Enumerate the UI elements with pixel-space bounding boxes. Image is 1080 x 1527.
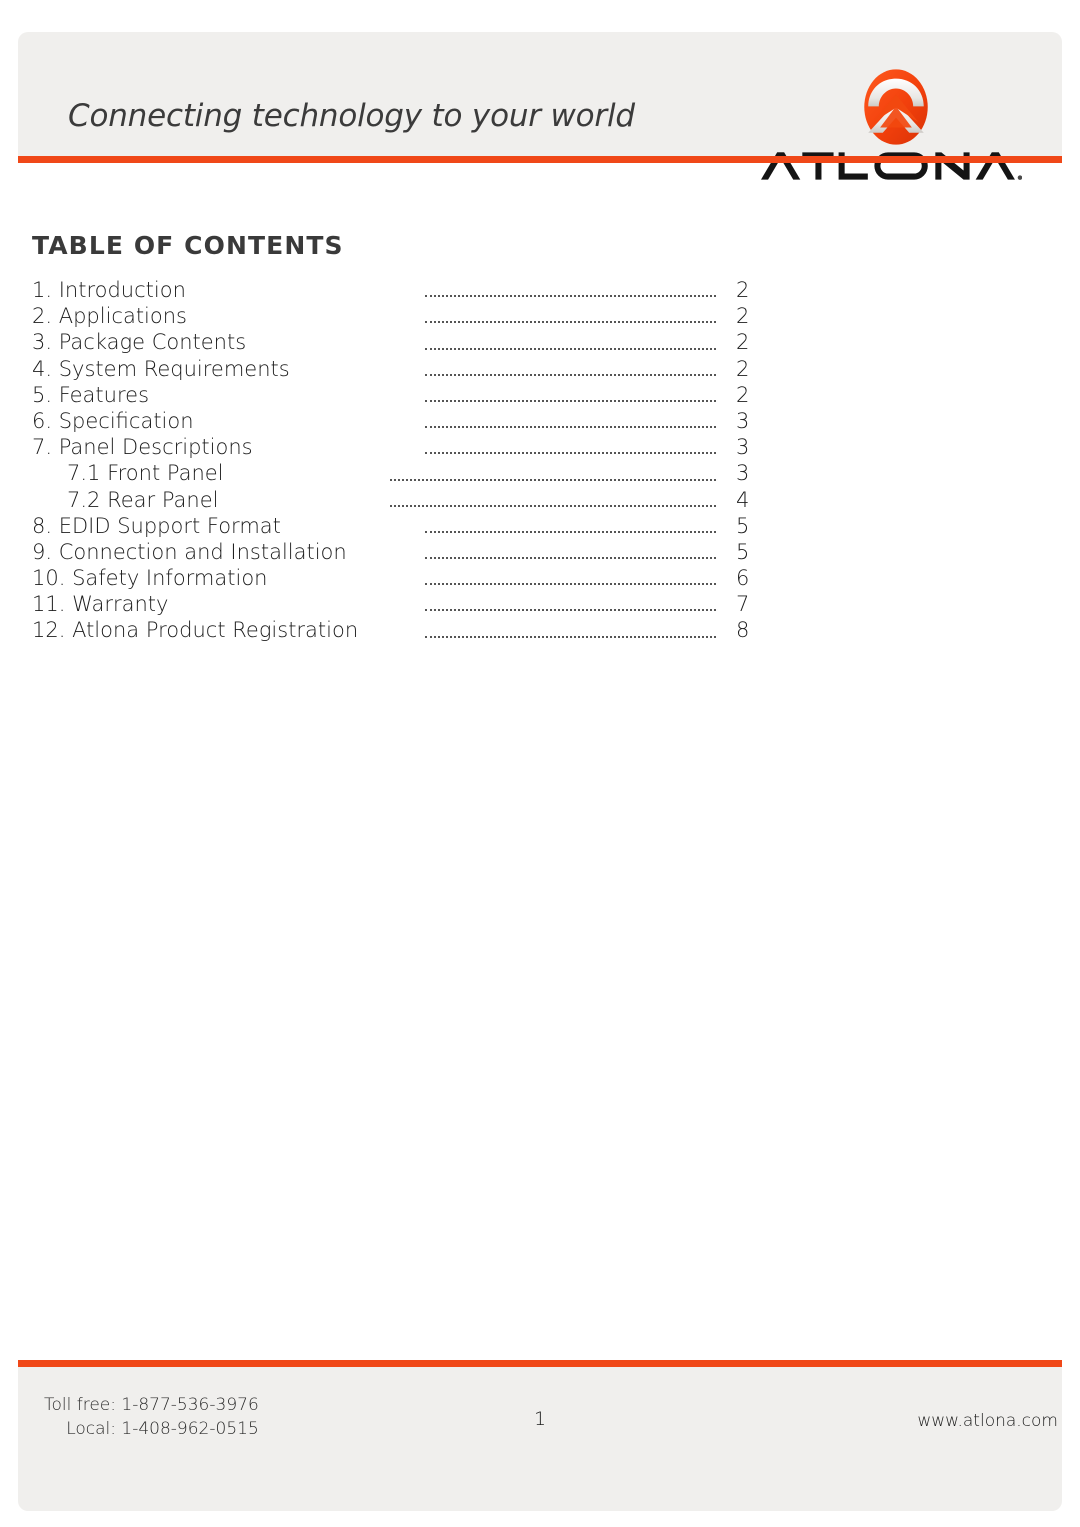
toc-dot-leader (425, 373, 716, 376)
toc-entry-label: 6. Specification (32, 408, 194, 433)
toc-entry-label: 1. Introduction (32, 278, 186, 302)
toc-entry-label: 11. Warranty (32, 592, 169, 617)
toc-dot-leader (425, 609, 716, 612)
toc-entry-page-number: 3 (736, 408, 750, 433)
footer-toll-free: Toll free: 1-877-536-3976 (44, 1395, 259, 1415)
toc-entry-page-number: 2 (736, 356, 750, 381)
page-header: Connecting technology to your world (18, 32, 1062, 180)
toc-entry[interactable]: 2. Applications 2 (32, 304, 752, 330)
toc-entry[interactable]: 12. Atlona Product Registration 8 (32, 618, 752, 644)
toc-entry-page-number: 8 (736, 618, 750, 643)
footer-accent-rule (18, 1360, 1062, 1367)
toc-dot-leader (390, 478, 716, 481)
toc-entry-page-number: 5 (736, 539, 750, 564)
toc-entry-label: 7.2 Rear Panel (67, 487, 219, 512)
toc-entry[interactable]: 10. Safety Information 6 (32, 566, 752, 592)
toc-dot-leader (425, 295, 716, 298)
toc-entry-page-number: 3 (736, 435, 750, 460)
toc-dot-leader (425, 321, 716, 324)
toc-entry[interactable]: 7. Panel Descriptions 3 (32, 435, 752, 461)
toc-dot-leader (425, 399, 716, 402)
document-page: Connecting technology to your world TABL… (0, 0, 1080, 1527)
toc-entry-label: 2. Applications (32, 304, 187, 329)
toc-entry[interactable]: 11. Warranty 7 (32, 592, 752, 618)
toc-entry-page-number: 7 (736, 592, 750, 617)
toc-entry[interactable]: 3. Package Contents 2 (32, 330, 752, 356)
toc-entry[interactable]: 8. EDID Support Format 5 (32, 514, 752, 540)
toc-entry[interactable]: 9. Connection and Installation 5 (32, 540, 752, 566)
atlona-logo (760, 68, 1040, 183)
toc-dot-leader (425, 530, 716, 533)
footer-contact-info: Toll free: 1-877-536-3976 Local: 1-408-9… (44, 1393, 259, 1441)
toc-entry-label: 12. Atlona Product Registration (32, 618, 359, 643)
toc-entry-page-number: 2 (736, 382, 750, 407)
toc-entry-label: 7. Panel Descriptions (32, 435, 253, 460)
toc-entry-label: 5. Features (32, 382, 150, 407)
toc-entry-label: 10. Safety Information (32, 566, 268, 591)
atlona-wordmark (761, 152, 1022, 180)
toc-entry-page-number: 2 (736, 278, 750, 302)
toc-entry[interactable]: 5. Features 2 (32, 383, 752, 409)
toc-entry-page-number: 2 (736, 304, 750, 329)
footer-website[interactable]: www.atlona.com (917, 1411, 1058, 1431)
footer-page-number: 1 (534, 1408, 547, 1430)
toc-entry[interactable]: 1. Introduction 2 (32, 278, 752, 304)
toc-dot-leader (425, 635, 716, 638)
toc-dot-leader (425, 557, 716, 560)
toc-entry-page-number: 5 (736, 513, 750, 538)
footer-local-phone: Local: 1-408-962-0515 (66, 1419, 259, 1439)
toc-dot-leader (425, 452, 716, 455)
toc-dot-leader (425, 426, 716, 429)
toc-entry[interactable]: 7.2 Rear Panel 4 (32, 488, 752, 514)
toc-dot-leader (390, 504, 716, 507)
table-of-contents-list: 1. Introduction 2 2. Applications 2 3. Packa… (32, 278, 752, 645)
toc-entry-page-number: 3 (736, 461, 750, 486)
brand-tagline: Connecting technology to your world (68, 98, 635, 134)
toc-entry-page-number: 2 (736, 330, 750, 355)
header-accent-rule (18, 156, 1062, 163)
toc-entry[interactable]: 4. System Requirements 2 (32, 357, 752, 383)
toc-entry-label: 4. System Requirements (32, 356, 290, 381)
toc-entry[interactable]: 6. Specification 3 (32, 409, 752, 435)
page-title: TABLE OF CONTENTS (32, 230, 344, 260)
toc-entry-label: 8. EDID Support Format (32, 513, 281, 538)
toc-dot-leader (425, 583, 716, 586)
toc-entry-label: 7.1 Front Panel (67, 461, 224, 486)
toc-entry[interactable]: 7.1 Front Panel 3 (32, 461, 752, 487)
toc-dot-leader (425, 347, 716, 350)
toc-entry-page-number: 6 (736, 566, 750, 591)
atlona-chevron-logo-icon (864, 69, 928, 145)
toc-entry-label: 9. Connection and Installation (32, 539, 347, 564)
toc-entry-label: 3. Package Contents (32, 330, 247, 355)
toc-entry-page-number: 4 (736, 487, 750, 512)
